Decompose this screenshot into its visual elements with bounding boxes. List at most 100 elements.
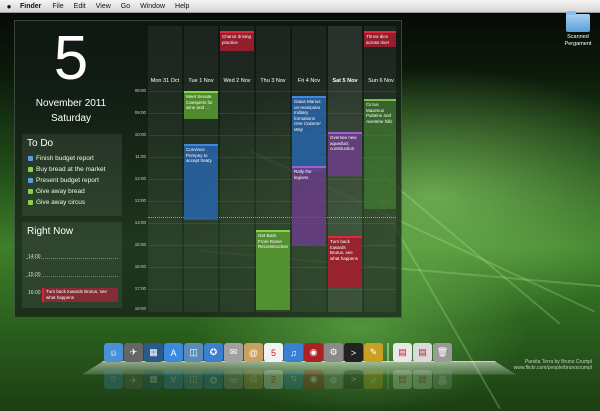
menu-view[interactable]: View xyxy=(91,3,116,10)
hour-label: 18:00 xyxy=(134,306,146,311)
photo-icon: ▦ xyxy=(144,370,163,389)
calendar-event[interactable]: Convince Pompey to accept treaty xyxy=(184,144,218,220)
utility-icon[interactable]: ✎ xyxy=(364,343,383,362)
hour-label: 16:00 xyxy=(134,264,146,269)
finder-icon[interactable]: ☺ xyxy=(104,343,123,362)
right-now-time: 15:00 xyxy=(28,272,41,278)
todo-item-label: Give away circus xyxy=(36,199,86,206)
preferences-icon: ⚙ xyxy=(324,370,343,389)
todo-item-label: Present budget report xyxy=(36,177,99,184)
current-weekday: Saturday xyxy=(50,113,92,124)
todo-item[interactable]: Finish budget report xyxy=(28,153,122,164)
current-month-year: November 2011 xyxy=(35,98,107,109)
calendar-event[interactable]: Rally the legions xyxy=(292,166,326,246)
week-calendar: Mon 31 Oct Tue 1 Nov Wed 2 Nov Thu 3 Nov… xyxy=(128,26,396,312)
downloads-icon[interactable]: ▤ xyxy=(413,343,432,362)
wallpaper-credit: Parsita Terra by Bruno Crumpl www.flickr… xyxy=(514,359,592,371)
calendar-event-title: Circus Maximus xyxy=(366,102,385,113)
day-header: Sun 6 Nov xyxy=(368,78,394,84)
apple-menu-icon[interactable]: ● xyxy=(0,2,18,11)
safari-icon: ✪ xyxy=(204,370,223,389)
todo-bullet-icon xyxy=(28,189,33,194)
todo-bullet-icon xyxy=(28,167,33,172)
mail-icon[interactable]: ✉ xyxy=(224,343,243,362)
todo-item[interactable]: Buy bread at the market xyxy=(28,164,122,175)
day-header: Thu 3 Nov xyxy=(260,78,286,84)
hour-label: 15:00 xyxy=(134,242,146,247)
hour-label: 12:00 xyxy=(134,176,146,181)
todo-item[interactable]: Give away bread xyxy=(28,186,122,197)
todo-list: Finish budget report Buy bread at the ma… xyxy=(22,153,122,208)
day-header: Mon 31 Oct xyxy=(150,78,180,84)
todo-item-label: Give away bread xyxy=(36,188,85,195)
calendar-event[interactable]: Get Back From Rome Reconstruction xyxy=(256,230,290,310)
todo-item-label: Finish budget report xyxy=(36,155,94,162)
safari-icon[interactable]: ✪ xyxy=(204,343,223,362)
day-column[interactable] xyxy=(220,26,254,312)
dock: ☺ ✈ ▦ A ◫ ✪ ✉ @5 ♫ ◉ ⚙ > ✎ ▤ ▤ 🗑 xyxy=(104,343,452,362)
right-now-event[interactable]: Turn back towards Brutus, see what happe… xyxy=(42,288,118,302)
right-now-divider xyxy=(26,258,118,259)
itunes-icon: ♫ xyxy=(284,370,303,389)
terminal-icon: > xyxy=(344,370,363,389)
hour-label: 08:00 xyxy=(134,88,146,93)
contacts-icon[interactable]: @ xyxy=(244,343,263,362)
calendar-event-title: Gaius Marius un-manipular military forma… xyxy=(294,99,321,121)
trash-icon: 🗑 xyxy=(433,370,452,389)
calendar-event[interactable]: Circus Maximus Palatine and Aventine hil… xyxy=(364,99,396,209)
todo-item[interactable]: Present budget report xyxy=(28,175,122,186)
calendar-event[interactable]: Oversee new aqueduct construction xyxy=(328,132,362,176)
todo-item-label: Buy bread at the market xyxy=(36,166,106,173)
menu-go[interactable]: Go xyxy=(116,3,135,10)
folder-icon xyxy=(566,11,590,32)
day-header-today: Sat 5 Nov xyxy=(332,78,358,84)
credit-line: www.flickr.com/people/brunocrumpl xyxy=(513,365,592,371)
ical-icon[interactable]: 5 xyxy=(264,343,283,362)
photobooth-icon[interactable]: ◉ xyxy=(304,343,323,362)
appstore-icon: A xyxy=(164,370,183,389)
menu-window[interactable]: Window xyxy=(135,3,170,10)
mail-icon: ✉ xyxy=(224,370,243,389)
calendar-event[interactable]: Throw dice across river xyxy=(364,31,396,47)
todo-bullet-icon xyxy=(28,156,33,161)
todo-bullet-icon xyxy=(28,200,33,205)
menu-file[interactable]: File xyxy=(47,3,68,10)
dock-divider xyxy=(387,370,389,389)
desktop-icon-label: Scanned Pergament xyxy=(564,34,592,47)
terminal-icon[interactable]: > xyxy=(344,343,363,362)
calendar-event[interactable]: Chariot driving practice xyxy=(220,31,254,51)
right-now-time: 14:00 xyxy=(28,254,41,260)
finder-icon: ☺ xyxy=(104,370,123,389)
document-icon: ▤ xyxy=(393,370,412,389)
menu-app-name[interactable]: Finder xyxy=(18,3,47,10)
day-column[interactable] xyxy=(148,26,182,312)
hour-label: 13:00 xyxy=(134,198,146,203)
hour-label: 09:00 xyxy=(134,110,146,115)
photo-icon[interactable]: ▦ xyxy=(144,343,163,362)
downloads-icon: ▤ xyxy=(413,370,432,389)
appstore-icon[interactable]: A xyxy=(164,343,183,362)
rocket-icon[interactable]: ✈ xyxy=(124,343,143,362)
right-now-time: 16:00 xyxy=(28,290,41,296)
menu-help[interactable]: Help xyxy=(170,3,194,10)
hour-label: 10:00 xyxy=(134,132,146,137)
calendar-event[interactable]: Meet Senate Caesperis for wine and ... xyxy=(184,91,218,119)
desktop-icon-scanned-pergament[interactable]: Scanned Pergament xyxy=(556,11,600,47)
hour-label: 17:00 xyxy=(134,286,146,291)
document-icon[interactable]: ▤ xyxy=(393,343,412,362)
preview-icon[interactable]: ◫ xyxy=(184,343,203,362)
menu-edit[interactable]: Edit xyxy=(69,3,91,10)
current-day-number: 5 xyxy=(53,24,89,93)
dock-reflection: ☺ ✈ ▦ A ◫ ✪ ✉ @5 ♫ ◉ ⚙ > ✎ ▤ ▤ 🗑 xyxy=(104,370,452,389)
day-header: Fri 4 Nov xyxy=(297,78,321,84)
utility-icon: ✎ xyxy=(364,370,383,389)
hour-label: 14:00 xyxy=(134,220,146,225)
calendar-event-note: One Column! Way xyxy=(294,121,321,132)
itunes-icon[interactable]: ♫ xyxy=(284,343,303,362)
preferences-icon[interactable]: ⚙ xyxy=(324,343,343,362)
ical-icon: 5 xyxy=(264,370,283,389)
calendar-event[interactable]: Gaius Marius un-manipular military forma… xyxy=(292,96,326,172)
trash-icon[interactable]: 🗑 xyxy=(433,343,452,362)
calendar-event[interactable]: Turn back towards Brutus, see what happe… xyxy=(328,236,362,288)
todo-item[interactable]: Give away circus xyxy=(28,197,122,208)
